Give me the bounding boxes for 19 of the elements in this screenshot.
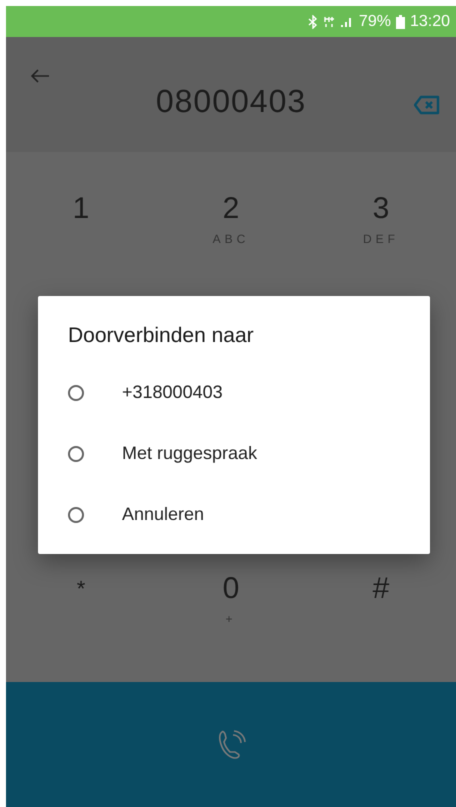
battery-icon <box>396 14 405 28</box>
dialog-title: Doorverbinden naar <box>68 324 255 348</box>
back-arrow-icon[interactable] <box>30 69 50 83</box>
keypad-key[interactable]: 1 <box>6 192 156 272</box>
radio-button[interactable] <box>68 384 84 400</box>
bluetooth-icon <box>308 14 318 28</box>
radio-button[interactable] <box>68 446 84 462</box>
dialed-number: 08000403 <box>156 83 306 120</box>
signal-icon <box>340 15 354 28</box>
radio-button[interactable] <box>68 506 84 522</box>
keypad-key[interactable]: # <box>306 572 456 652</box>
clock-time: 13:20 <box>410 12 450 30</box>
radio-option[interactable]: +318000403 <box>68 362 430 423</box>
radio-option[interactable]: Met ruggespraak <box>68 423 430 484</box>
battery-level: 79% <box>358 12 391 30</box>
network-icon <box>322 16 335 28</box>
keypad-key[interactable]: 0 + <box>156 572 306 652</box>
keypad-key[interactable]: * <box>6 572 156 652</box>
radio-option[interactable]: Annuleren <box>68 484 430 545</box>
